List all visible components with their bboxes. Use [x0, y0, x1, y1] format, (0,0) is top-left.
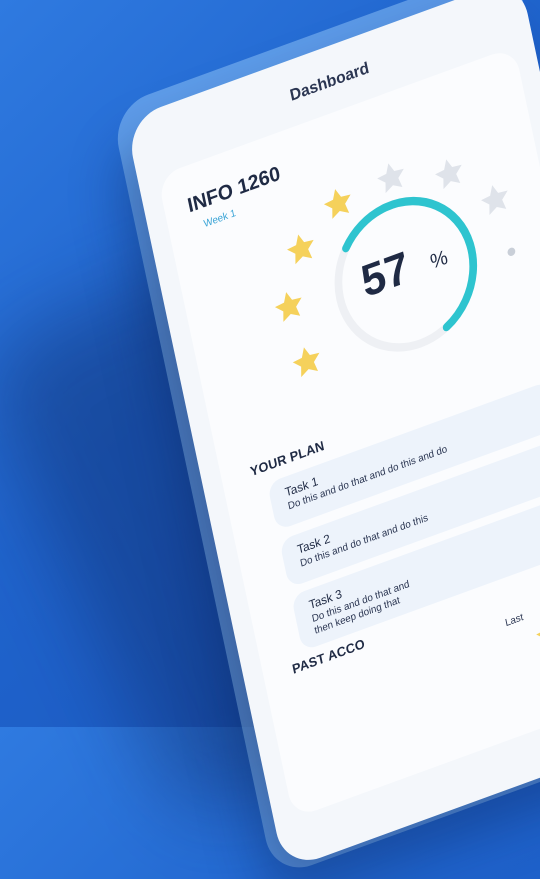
star-icon-empty: [476, 177, 515, 222]
star-icon-filled: [270, 283, 309, 328]
ring-end-dot: [506, 246, 516, 258]
star-icon-filled: [532, 616, 540, 651]
last-label: Last: [504, 611, 525, 630]
star-icon-filled: [287, 339, 326, 384]
